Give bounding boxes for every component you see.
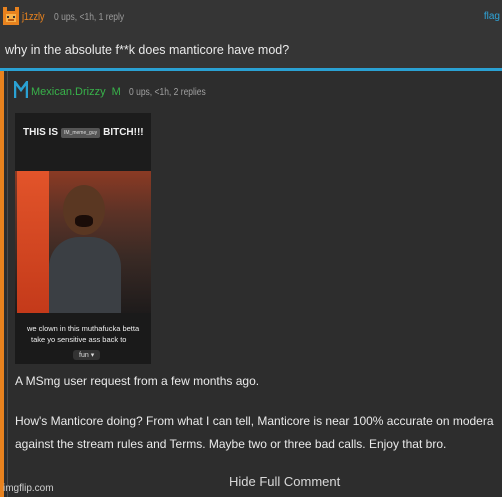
parent-comment-header: j1zzly 0 ups, <1h, 1 reply	[2, 6, 137, 28]
meme-dropdown[interactable]: fun ▾	[73, 350, 101, 360]
meme-person-head	[63, 185, 105, 235]
meme-title-area: THIS IS IM_meme_guy BITCH!!!	[15, 113, 151, 171]
meme-person-body	[49, 237, 121, 313]
meme-caption-line1: we clown in this muthafucka betta	[27, 324, 140, 333]
reply-text-line2: How's Manticore doing? From what I can t…	[15, 414, 494, 428]
reply-text-line1: A MSmg user request from a few months ag…	[15, 374, 260, 388]
orange-face-icon[interactable]	[2, 7, 20, 27]
reply-header: Mexican.Drizzy M 0 ups, <1h, 2 replies	[13, 77, 219, 104]
meme-title-right: BITCH!!!	[103, 127, 144, 138]
watermark: imgflip.com	[3, 483, 54, 494]
parent-username[interactable]: j1zzly	[22, 11, 45, 23]
reply-meta: 0 ups, <1h, 2 replies	[128, 86, 206, 98]
meme-title-chip: IM_meme_guy	[61, 127, 101, 138]
thread-indent-bar	[0, 71, 4, 497]
blue-m-icon[interactable]	[13, 77, 29, 104]
parent-meta: 0 ups, <1h, 1 reply	[54, 11, 125, 23]
reply-text-line3: against the stream rules and Terms. Mayb…	[15, 437, 447, 451]
parent-comment: j1zzly 0 ups, <1h, 1 reply flag why in t…	[0, 0, 502, 69]
hide-full-comment-button[interactable]: Hide Full Comment	[229, 474, 340, 489]
parent-comment-text: why in the absolute f**k does manticore …	[5, 43, 290, 57]
meme-caption: we clown in this muthafucka betta take y…	[15, 313, 151, 364]
meme-dropdown-label: fun	[79, 352, 89, 359]
reply-username[interactable]: Mexican.Drizzy	[31, 86, 106, 98]
meme-person-mouth	[75, 215, 93, 227]
meme-photo	[15, 171, 151, 313]
caret-down-icon: ▾	[90, 352, 95, 359]
meme-title: THIS IS IM_meme_guy BITCH!!!	[23, 127, 144, 138]
reply-border	[7, 71, 8, 497]
meme-caption-line2: take yo sensitive ass back to	[31, 335, 127, 344]
mod-badge: M	[111, 86, 121, 98]
meme-title-left: THIS IS	[23, 127, 59, 138]
meme-bg-person	[17, 171, 49, 313]
meme-image[interactable]: THIS IS IM_meme_guy BITCH!!! we clown in…	[15, 113, 151, 364]
flag-link[interactable]: flag	[484, 11, 500, 22]
